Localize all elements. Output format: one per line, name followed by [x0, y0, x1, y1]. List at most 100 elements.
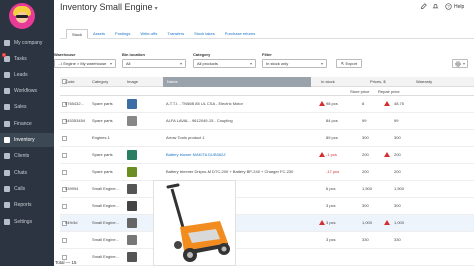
cell-repair-price: 99 — [394, 118, 399, 123]
col-in-stock[interactable]: In stock — [321, 79, 335, 84]
sidebar-item-finance[interactable]: Finance — [0, 117, 54, 131]
image-preview-popup — [153, 180, 236, 266]
export-button[interactable]: ⇱ Export — [336, 59, 362, 68]
product-thumbnail[interactable] — [127, 150, 137, 160]
table-row[interactable]: Spare parts Battery blower MAKITA DUB362Z… — [60, 147, 474, 164]
table-row[interactable]: Small Engine... — [60, 249, 474, 266]
sidebar-item-label: Sales — [14, 104, 27, 110]
tab-assets[interactable]: Assets — [88, 29, 110, 39]
cell-code: 949r3d — [65, 220, 78, 225]
table-row[interactable]: Small Engine... 3 pcs 330 330 — [60, 232, 474, 249]
sidebar-item-label: Reports — [14, 202, 32, 208]
sidebar-item-tasks[interactable]: Tasks 7 — [0, 52, 54, 66]
col-name-header[interactable]: Name — [163, 77, 311, 87]
sidebar-item-sales[interactable]: Sales — [0, 100, 54, 114]
row-checkbox[interactable] — [62, 170, 67, 175]
cell-repair-price: 48.75 — [394, 101, 405, 106]
product-thumbnail[interactable] — [127, 252, 137, 262]
sidebar-item-leads[interactable]: Leads — [0, 68, 54, 82]
tab-stock-takes[interactable]: Stock takes — [189, 29, 220, 39]
table-row[interactable]: 345353454 Spare parts ALFA LAVAL - 9612049… — [60, 113, 474, 130]
app-window: My company Tasks 7 Leads Workflows Sales Finan… — [0, 0, 474, 266]
sidebar-item-settings[interactable]: Settings — [0, 215, 54, 229]
product-thumbnail[interactable] — [127, 201, 137, 211]
cell-in-stock: 89 pcs — [326, 135, 338, 140]
product-thumbnail[interactable] — [127, 235, 137, 245]
product-thumbnail[interactable] — [127, 167, 137, 177]
table-row[interactable]: 8765432... Spare parts A.T.T.I. - TN56B 85… — [60, 96, 474, 113]
cell-in-stock: 84 pcs — [326, 118, 338, 123]
sidebar-item-calls[interactable]: Calls — [0, 182, 54, 196]
col-repair-price[interactable]: Repair price — [378, 89, 400, 94]
cell-repair-price: 200 — [394, 152, 401, 157]
avatar[interactable] — [9, 3, 35, 29]
row-checkbox[interactable] — [62, 204, 67, 209]
cell-category: Small Engine... — [92, 254, 119, 259]
row-checkbox[interactable] — [62, 153, 67, 158]
product-thumbnail[interactable] — [127, 218, 137, 228]
export-icon: ⇱ — [341, 61, 345, 66]
table-row[interactable]: 439994Small Engine...RS 1,8 KW 10 hp cha… — [60, 181, 474, 198]
tab-write-offs[interactable]: Write-offs — [135, 29, 162, 39]
cell-store-price: 1,500 — [362, 186, 373, 191]
sidebar-item-label: Clients — [14, 153, 30, 159]
cell-in-stock: 3 pcs — [326, 220, 336, 225]
cell-name[interactable]: Battery trimmer Dnipro-M DTC-200 + Batte… — [166, 169, 293, 174]
calls-icon — [4, 186, 10, 192]
page-title[interactable]: Inventory Small Engine ▾ — [60, 2, 158, 12]
sidebar-item-reports[interactable]: Reports — [0, 198, 54, 212]
product-thumbnail[interactable] — [127, 184, 137, 194]
warehouse-select[interactable]: ...l Engine > My warehouse ▾ — [54, 59, 116, 68]
help-icon[interactable]: ? — [445, 3, 452, 10]
tab-postings[interactable]: Postings — [110, 29, 135, 39]
tab-transfers[interactable]: Transfers — [162, 29, 189, 39]
cell-store-price: 99 — [362, 118, 367, 123]
row-checkbox[interactable] — [62, 136, 67, 141]
col-warranty[interactable]: Warranty — [416, 79, 432, 84]
clients-icon — [4, 153, 10, 159]
cell-name[interactable]: Battery blower MAKITA DUB362Z — [166, 152, 226, 157]
cell-name[interactable]: ALFA LAVAL - 9612049-15 - Coupling — [166, 118, 233, 123]
inventory-icon — [4, 137, 10, 143]
col-category[interactable]: Category — [92, 79, 108, 84]
page-title-text: Inventory Small Engine — [60, 2, 153, 12]
help-label[interactable]: Help — [454, 4, 464, 10]
cell-category: Spare parts — [92, 152, 113, 157]
tab-purchase-returns[interactable]: Purchase returns — [220, 29, 260, 39]
col-store-price[interactable]: Store price — [350, 89, 369, 94]
sidebar-item-clients[interactable]: Clients — [0, 149, 54, 163]
cell-name[interactable]: Arrow Tools product 1 — [166, 135, 205, 140]
row-checkbox[interactable] — [62, 238, 67, 243]
table-row[interactable]: 949r3d Small Engine... 3 pcs 1,000 1,000 — [60, 215, 474, 232]
warning-icon — [319, 152, 325, 157]
warning-icon — [384, 220, 390, 225]
edit-icon[interactable] — [420, 3, 427, 10]
product-thumbnail[interactable] — [127, 99, 137, 109]
bell-icon[interactable] — [432, 3, 439, 10]
table-row[interactable]: Small Engine... 3 pcs 300 300 — [60, 198, 474, 215]
sidebar-item-workflows[interactable]: Workflows — [0, 84, 54, 98]
cell-name[interactable]: A.T.T.I. - TN56B 85 UL CSA - Electric Mo… — [166, 101, 243, 106]
sidebar-item-my-company[interactable]: My company — [0, 36, 54, 50]
filter-select[interactable]: In stock only ▾ — [262, 59, 327, 68]
chats-icon — [4, 170, 10, 176]
product-thumbnail[interactable] — [127, 116, 137, 126]
col-code[interactable]: Code — [65, 79, 75, 84]
bin-location-select[interactable]: All ▾ — [122, 59, 186, 68]
sales-icon — [4, 104, 10, 110]
cell-store-price: 200 — [362, 152, 369, 157]
table-row[interactable]: Engines 1 Arrow Tools product 1 89 pcs 300 3… — [60, 130, 474, 147]
cell-store-price: 330 — [362, 237, 369, 242]
sidebar-item-chats[interactable]: Chats — [0, 166, 54, 180]
cell-code: 8765432... — [65, 101, 84, 106]
cell-category: Small Engine... — [92, 186, 119, 191]
workflows-icon — [4, 88, 10, 94]
cell-in-stock: 3 pcs — [326, 203, 336, 208]
category-select[interactable]: All products ▾ — [193, 59, 256, 68]
cell-category: Small Engine... — [92, 237, 119, 242]
settings-button[interactable]: ▾ — [452, 59, 468, 68]
finance-icon — [4, 121, 10, 127]
sidebar-item-inventory[interactable]: Inventory — [0, 133, 54, 147]
table-row[interactable]: Spare parts Battery trimmer Dnipro-M DTC-… — [60, 164, 474, 181]
tab-stock[interactable]: Stock — [66, 29, 89, 39]
